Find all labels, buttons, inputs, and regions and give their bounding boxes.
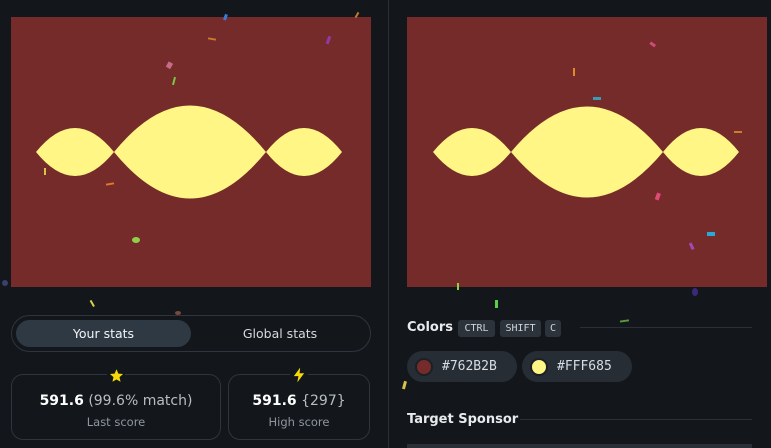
color-chip-shape[interactable]: #FFF685 [522, 351, 632, 382]
panel-divider [388, 0, 389, 448]
last-score-number: 591.6 [39, 393, 84, 409]
colors-title: Colors [407, 320, 454, 335]
target-shape [433, 106, 739, 198]
color-swatch-dot [530, 357, 548, 376]
lens-large-center [511, 106, 663, 198]
color-swatch-dot [415, 357, 433, 376]
high-score-value: 591.6 {297} [229, 393, 369, 409]
last-score-card: 591.6 (99.6% match) Last score [11, 366, 221, 440]
lens-large-center [114, 105, 266, 199]
color-hex: #762B2B [442, 359, 497, 374]
sponsor-placeholder [407, 444, 752, 448]
lens-small-right [663, 128, 739, 176]
star-icon [107, 366, 125, 384]
sponsor-divider [520, 419, 752, 420]
lightning-icon [290, 366, 308, 384]
colors-divider [580, 327, 752, 328]
confetti-piece [89, 299, 95, 307]
target-sponsor-title: Target Sponsor [407, 412, 519, 427]
user-shape [36, 105, 342, 199]
confetti-piece [495, 300, 498, 308]
shortcut-key-shift: SHIFT [500, 320, 541, 337]
shortcut-key-c: C [545, 320, 561, 337]
last-score-value: 591.6 (99.6% match) [12, 393, 220, 409]
tab-global-stats[interactable]: Global stats [192, 320, 368, 347]
confetti-piece [619, 319, 630, 323]
lens-small-right [266, 128, 342, 176]
stats-toggle: Your stats Global stats [11, 315, 371, 352]
last-score-label: Last score [86, 415, 146, 429]
high-score-card: 591.6 {297} High score [228, 366, 370, 440]
target-canvas [407, 17, 767, 287]
shortcut-key-ctrl: CTRL [458, 320, 495, 337]
lens-small-left [36, 128, 114, 176]
last-score-detail: (99.6% match) [88, 393, 193, 409]
high-score-detail: {297} [301, 393, 346, 409]
high-score-number: 591.6 [252, 393, 297, 409]
confetti-piece [692, 288, 698, 296]
user-drawing-canvas[interactable] [11, 17, 371, 287]
color-chip-background[interactable]: #762B2B [407, 351, 517, 382]
color-hex: #FFF685 [557, 359, 612, 374]
lens-small-left [433, 128, 511, 176]
high-score-label: High score [268, 415, 330, 429]
confetti-piece [401, 380, 407, 390]
confetti-piece [2, 280, 8, 286]
tab-your-stats[interactable]: Your stats [16, 320, 191, 347]
